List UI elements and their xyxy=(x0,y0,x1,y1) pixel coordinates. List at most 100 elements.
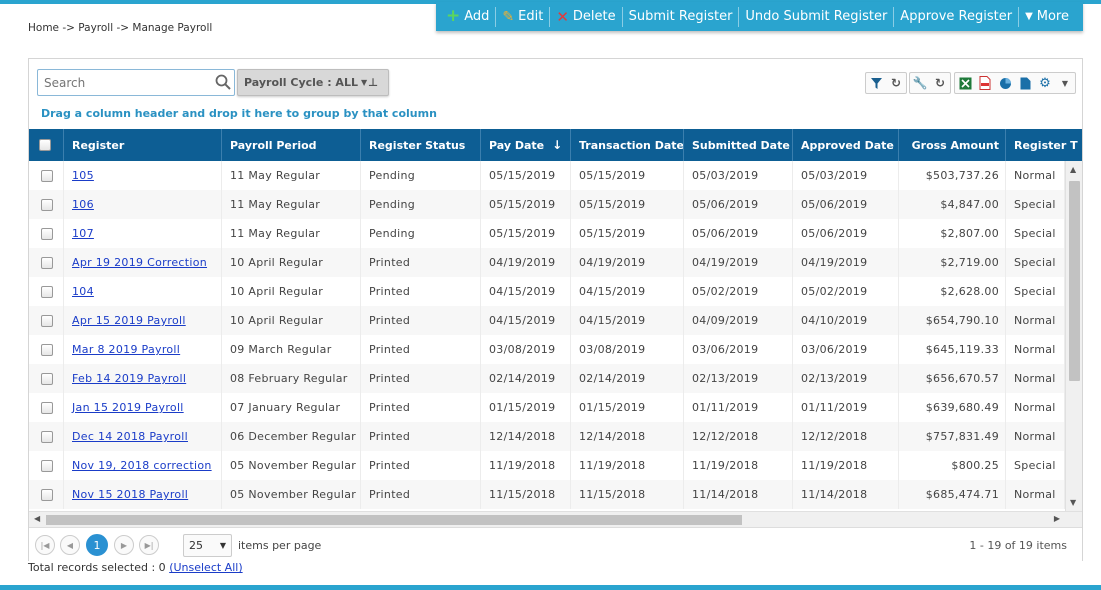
cell-approved: 11/14/2018 xyxy=(793,480,899,509)
caret-down-icon: ▼ xyxy=(219,541,226,550)
register-link[interactable]: Nov 19, 2018 correction xyxy=(72,459,212,472)
table-row[interactable]: Apr 15 2019 Payroll 10 April Regular Print… xyxy=(29,306,1065,335)
prev-page-icon[interactable]: ◀ xyxy=(60,535,80,555)
pie-chart-icon[interactable] xyxy=(995,73,1015,93)
cell-txn-date: 05/15/2019 xyxy=(571,219,684,248)
row-checkbox[interactable] xyxy=(41,372,53,385)
table-row[interactable]: Feb 14 2019 Payroll 08 February Regular Pr… xyxy=(29,364,1065,393)
chevron-down-icon[interactable]: ▼ xyxy=(1055,73,1075,93)
cell-submitted: 02/13/2019 xyxy=(684,364,793,393)
register-link[interactable]: 106 xyxy=(72,198,94,211)
register-link[interactable]: 105 xyxy=(72,169,94,182)
filter-icon[interactable] xyxy=(866,73,886,93)
register-link[interactable]: 107 xyxy=(72,227,94,240)
vertical-scroll-thumb[interactable] xyxy=(1069,181,1080,381)
more-button[interactable]: ▼ More xyxy=(1019,2,1075,31)
excel-icon[interactable] xyxy=(955,73,975,93)
cell-status: Pending xyxy=(361,219,481,248)
table-row[interactable]: Apr 19 2019 Correction 10 April Regular Pr… xyxy=(29,248,1065,277)
row-checkbox[interactable] xyxy=(41,488,53,501)
wrench-icon[interactable]: 🔧 xyxy=(910,73,930,93)
cell-txn-date: 11/15/2018 xyxy=(571,480,684,509)
refresh-icon[interactable]: ↻ xyxy=(886,73,906,93)
row-checkbox[interactable] xyxy=(41,314,53,327)
column-header-register-type[interactable]: Register T xyxy=(1006,129,1082,161)
row-checkbox[interactable] xyxy=(41,169,53,182)
search-icon[interactable] xyxy=(214,73,232,91)
register-link[interactable]: Mar 8 2019 Payroll xyxy=(72,343,180,356)
column-header-gross-amount[interactable]: Gross Amount xyxy=(899,129,1006,161)
column-header-approved-date[interactable]: Approved Date xyxy=(793,129,899,161)
current-page-button[interactable]: 1 xyxy=(86,534,108,556)
select-all-checkbox[interactable] xyxy=(39,139,51,151)
scroll-left-icon[interactable]: ◀ xyxy=(34,514,40,523)
last-page-icon[interactable]: ▶| xyxy=(139,535,159,555)
document-icon[interactable] xyxy=(1015,73,1035,93)
row-checkbox[interactable] xyxy=(41,256,53,269)
scroll-up-icon[interactable]: ▲ xyxy=(1070,165,1076,174)
register-link[interactable]: Jan 15 2019 Payroll xyxy=(72,401,184,414)
column-header-payroll-period[interactable]: Payroll Period xyxy=(222,129,361,161)
edit-button[interactable]: ✎ Edit xyxy=(496,2,549,31)
next-page-icon[interactable]: ▶ xyxy=(114,535,134,555)
pager-info: 1 - 19 of 19 items xyxy=(969,539,1067,552)
table-row[interactable]: Nov 19, 2018 correction 05 November Regul… xyxy=(29,451,1065,480)
unselect-all-link[interactable]: (Unselect All) xyxy=(169,561,242,574)
register-link[interactable]: Feb 14 2019 Payroll xyxy=(72,372,186,385)
row-checkbox[interactable] xyxy=(41,401,53,414)
table-row[interactable]: Dec 14 2018 Payroll 06 December Regular Pr… xyxy=(29,422,1065,451)
column-header-register[interactable]: Register xyxy=(64,129,222,161)
register-link[interactable]: Apr 15 2019 Payroll xyxy=(72,314,186,327)
scroll-down-icon[interactable]: ▼ xyxy=(1070,498,1076,507)
page-size-select[interactable]: 25 ▼ xyxy=(183,534,232,557)
approve-register-button[interactable]: Approve Register xyxy=(894,2,1018,31)
cell-type: Special xyxy=(1006,190,1065,219)
column-header-pay-date[interactable]: Pay Date ↓ xyxy=(481,129,571,161)
register-link[interactable]: Nov 15 2018 Payroll xyxy=(72,488,188,501)
add-button[interactable]: + Add xyxy=(440,2,495,31)
cell-register: 106 xyxy=(64,190,222,219)
table-row[interactable]: 105 11 May Regular Pending 05/15/2019 05/15/… xyxy=(29,161,1065,190)
row-checkbox[interactable] xyxy=(41,430,53,443)
table-row[interactable]: Nov 15 2018 Payroll 05 November Regular Pr… xyxy=(29,480,1065,509)
row-checkbox[interactable] xyxy=(41,459,53,472)
undo-submit-register-button[interactable]: Undo Submit Register xyxy=(739,2,893,31)
register-link[interactable]: Apr 19 2019 Correction xyxy=(72,256,207,269)
row-checkbox[interactable] xyxy=(41,343,53,356)
table-row[interactable]: 106 11 May Regular Pending 05/15/2019 05/15/… xyxy=(29,190,1065,219)
cell-txn-date: 05/15/2019 xyxy=(571,161,684,190)
delete-button[interactable]: ✕ Delete xyxy=(550,2,621,31)
table-row[interactable]: Jan 15 2019 Payroll 07 January Regular Pri… xyxy=(29,393,1065,422)
cell-approved: 11/19/2018 xyxy=(793,451,899,480)
column-header-transaction-date[interactable]: Transaction Date xyxy=(571,129,684,161)
register-link[interactable]: Dec 14 2018 Payroll xyxy=(72,430,188,443)
cell-status: Pending xyxy=(361,161,481,190)
search-input[interactable] xyxy=(38,70,208,95)
column-header-submitted-date[interactable]: Submitted Date xyxy=(684,129,793,161)
cell-period: 10 April Regular xyxy=(222,277,361,306)
row-checkbox[interactable] xyxy=(41,285,53,298)
horizontal-scrollbar[interactable]: ◀ ▶ xyxy=(29,511,1082,527)
pin-icon[interactable]: ⊥ xyxy=(368,76,378,89)
pdf-icon[interactable] xyxy=(975,73,995,93)
column-header-register-status[interactable]: Register Status xyxy=(361,129,481,161)
cell-register: 107 xyxy=(64,219,222,248)
refresh-icon[interactable]: ↻ xyxy=(930,73,950,93)
cell-approved: 03/06/2019 xyxy=(793,335,899,364)
select-cell xyxy=(29,248,64,277)
row-checkbox[interactable] xyxy=(41,227,53,240)
cell-pay-date: 04/15/2019 xyxy=(481,277,571,306)
table-row[interactable]: Mar 8 2019 Payroll 09 March Regular Printe… xyxy=(29,335,1065,364)
horizontal-scroll-thumb[interactable] xyxy=(46,515,742,525)
row-checkbox[interactable] xyxy=(41,198,53,211)
scroll-right-icon[interactable]: ▶ xyxy=(1054,514,1060,523)
payroll-cycle-dropdown[interactable]: Payroll Cycle : ALL ▼ ⊥ xyxy=(237,69,389,96)
first-page-icon[interactable]: |◀ xyxy=(35,535,55,555)
breadcrumb: Home -> Payroll -> Manage Payroll xyxy=(28,22,213,34)
table-row[interactable]: 107 11 May Regular Pending 05/15/2019 05/15/… xyxy=(29,219,1065,248)
vertical-scrollbar[interactable]: ▲ ▼ xyxy=(1065,161,1082,511)
table-row[interactable]: 104 10 April Regular Printed 04/15/2019 04/1… xyxy=(29,277,1065,306)
submit-register-button[interactable]: Submit Register xyxy=(623,2,739,31)
gear-icon[interactable]: ⚙ xyxy=(1035,73,1055,93)
register-link[interactable]: 104 xyxy=(72,285,94,298)
